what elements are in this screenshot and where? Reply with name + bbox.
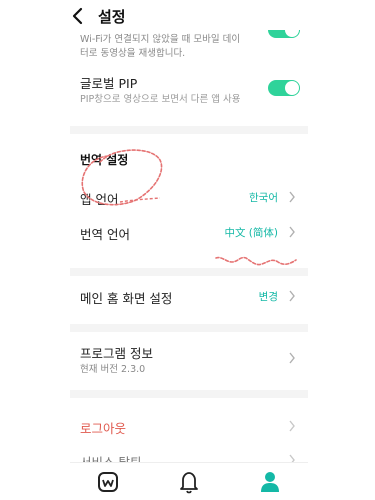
program-info-row[interactable]: 프로그램 정보 현재 버전 2.3.0 [70, 341, 308, 377]
section-divider [70, 324, 308, 332]
mobile-data-subtitle-1: Wi-Fi가 연결되지 않았을 때 모바일 데이 [80, 34, 241, 45]
chevron-right-icon [289, 191, 295, 203]
program-info-label: 프로그램 정보 [80, 346, 153, 361]
app-language-label: 앱 언어 [80, 192, 119, 207]
global-pip-label: 글로벌 PIP [80, 76, 138, 91]
chevron-right-icon [289, 226, 295, 238]
home-screen-value: 변경 [258, 291, 278, 303]
program-version: 현재 버전 2.3.0 [80, 364, 146, 375]
profile-icon[interactable] [258, 469, 282, 495]
top-header: 설정 [0, 0, 375, 30]
app-language-row[interactable]: 앱 언어 한국어 [70, 184, 308, 210]
chevron-right-icon [289, 352, 295, 364]
mobile-data-subtitle-2: 터로 동영상을 재생합니다. [80, 48, 186, 59]
app-language-value: 한국어 [249, 192, 278, 204]
translation-language-value: 中文 (简体) [224, 227, 278, 239]
section-divider [70, 126, 308, 134]
translation-language-label: 번역 언어 [80, 227, 130, 242]
section-divider [70, 268, 308, 276]
home-screen-label: 메인 홈 화면 설정 [80, 291, 173, 306]
home-screen-row[interactable]: 메인 홈 화면 설정 변경 [70, 283, 308, 309]
settings-list: Wi-Fi가 연결되지 않았을 때 모바일 데이 터로 동영상을 재생합니다. … [70, 0, 308, 472]
bell-icon[interactable] [177, 469, 201, 495]
bottom-tab-bar [70, 462, 308, 500]
translation-section-title: 번역 설정 [80, 153, 129, 167]
global-pip-row: 글로벌 PIP PIP창으로 영상으로 보면서 다른 앱 사용 [70, 68, 308, 108]
section-divider [70, 390, 308, 398]
translation-language-row[interactable]: 번역 언어 中文 (简体) [70, 219, 308, 245]
toggle-knob [285, 81, 299, 95]
logout-row[interactable]: 로그아웃 [70, 414, 308, 438]
chevron-right-icon [289, 290, 295, 302]
logout-label: 로그아웃 [80, 421, 127, 436]
global-pip-toggle[interactable] [268, 80, 300, 96]
home-icon[interactable] [96, 469, 120, 495]
global-pip-subtitle: PIP창으로 영상으로 보면서 다른 앱 사용 [80, 94, 241, 105]
back-arrow-icon[interactable] [70, 7, 86, 25]
chevron-right-icon [289, 420, 295, 432]
page-title: 설정 [98, 8, 126, 26]
